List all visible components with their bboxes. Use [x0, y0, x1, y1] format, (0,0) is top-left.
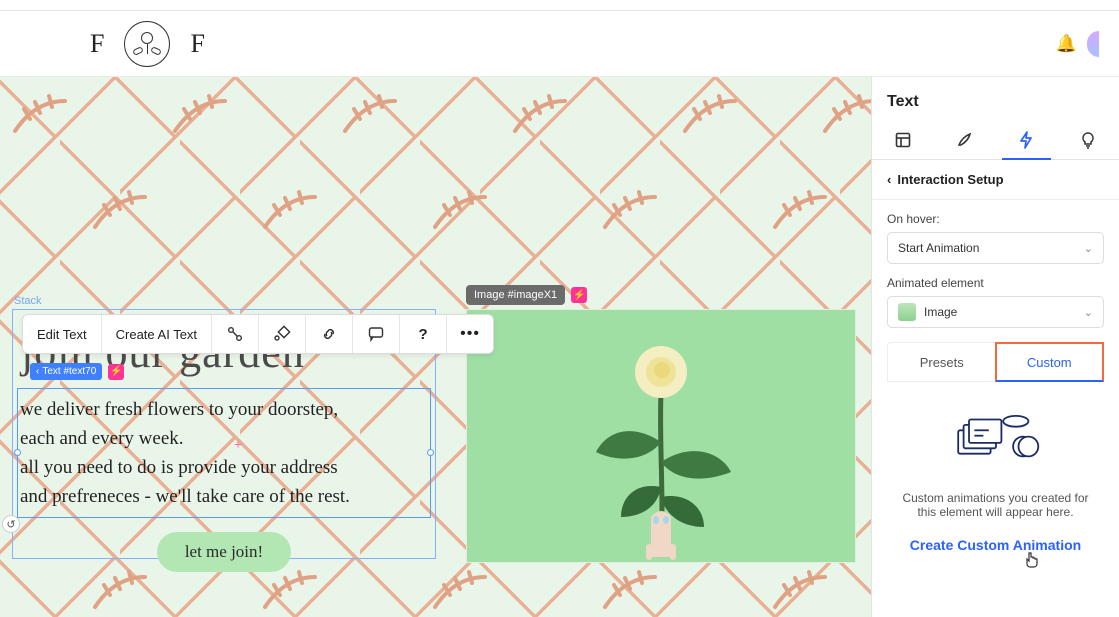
site-header: F F 🔔	[0, 11, 1119, 77]
animated-element-select[interactable]: Image ⌄	[887, 296, 1104, 328]
interaction-bolt-icon[interactable]: ⚡	[108, 364, 124, 380]
animations-icon[interactable]	[212, 315, 259, 353]
chevron-down-icon: ⌄	[1084, 242, 1093, 255]
logo-letter-left: F	[90, 29, 104, 59]
tab-design-icon[interactable]	[934, 121, 996, 159]
image-element-pill[interactable]: Image #imageX1 ⚡	[466, 285, 587, 305]
animated-element-value: Image	[924, 305, 957, 319]
empty-state-text: Custom animations you created for	[892, 491, 1099, 505]
back-label: Interaction Setup	[897, 172, 1003, 187]
element-stack-label[interactable]: Stack	[14, 295, 42, 307]
flower-image-icon	[576, 322, 746, 562]
selected-text-block[interactable]: we deliver fresh flowers to your doorste…	[17, 388, 431, 518]
editor-canvas[interactable]: Stack join our garden we deliver fresh f…	[0, 77, 871, 617]
chevron-left-icon: ‹	[36, 366, 39, 377]
empty-state-illustration-icon	[951, 410, 1041, 474]
text-caret-icon: +	[234, 431, 242, 460]
edit-text-button[interactable]: Edit Text	[23, 315, 102, 353]
scroll-effects-icon[interactable]	[259, 315, 306, 353]
text-line: each and every week.	[20, 424, 428, 453]
text-line: all you need to do is provide your addre…	[20, 453, 428, 482]
interaction-bolt-icon[interactable]: ⚡	[571, 287, 587, 303]
on-hover-value: Start Animation	[898, 241, 979, 255]
tab-layout-icon[interactable]	[872, 121, 934, 159]
resize-handle-right[interactable]	[427, 449, 434, 456]
on-hover-select[interactable]: Start Animation ⌄	[887, 232, 1104, 264]
preset-custom-tabs: Presets Custom	[887, 342, 1104, 382]
help-icon[interactable]: ?	[400, 315, 447, 353]
panel-tabs	[872, 121, 1119, 160]
cursor-pointer-icon	[928, 551, 1119, 574]
element-thumb-icon	[898, 303, 916, 321]
logo-badge	[124, 21, 170, 67]
more-icon[interactable]: •••	[447, 315, 493, 353]
tab-custom[interactable]: Custom	[996, 343, 1104, 381]
text-line: and prefreneces - we'll take care of the…	[20, 482, 428, 511]
selected-element-pill[interactable]: ‹Text #text70 ⚡	[30, 363, 124, 380]
empty-state-text: this element will appear here.	[892, 505, 1099, 519]
inspector-panel: Text ‹ Interaction Setup On hover: Start…	[871, 77, 1119, 617]
selected-element-id: Text #text70	[42, 366, 96, 377]
text-line: we deliver fresh flowers to your doorste…	[20, 395, 428, 424]
back-to-interactions[interactable]: ‹ Interaction Setup	[872, 160, 1119, 200]
resize-handle-left[interactable]	[14, 449, 21, 456]
panel-title: Text	[872, 77, 1119, 121]
canvas-image[interactable]	[466, 309, 856, 563]
logo-letter-right: F	[190, 29, 204, 59]
cta-button[interactable]: let me join!	[157, 532, 291, 572]
notification-bell-icon[interactable]: 🔔	[1056, 34, 1077, 54]
comment-icon[interactable]	[353, 315, 400, 353]
tab-presets[interactable]: Presets	[888, 343, 996, 381]
top-divider	[0, 0, 1119, 11]
tab-interactions-icon[interactable]	[996, 121, 1058, 159]
avatar[interactable]	[1087, 31, 1099, 57]
rotate-handle-icon[interactable]: ↺	[2, 515, 20, 533]
on-hover-label: On hover:	[887, 212, 1104, 226]
chevron-down-icon: ⌄	[1084, 306, 1093, 319]
custom-animations-empty: Custom animations you created for this e…	[872, 382, 1119, 586]
chevron-left-icon: ‹	[887, 172, 891, 187]
floating-toolbar: Edit Text Create AI Text ? •••	[22, 314, 494, 354]
tab-tips-icon[interactable]	[1057, 121, 1119, 159]
site-logo: F F	[90, 21, 205, 67]
animated-element-label: Animated element	[887, 276, 1104, 290]
image-element-id: Image #imageX1	[466, 285, 565, 305]
link-icon[interactable]	[306, 315, 353, 353]
create-ai-text-button[interactable]: Create AI Text	[102, 315, 212, 353]
